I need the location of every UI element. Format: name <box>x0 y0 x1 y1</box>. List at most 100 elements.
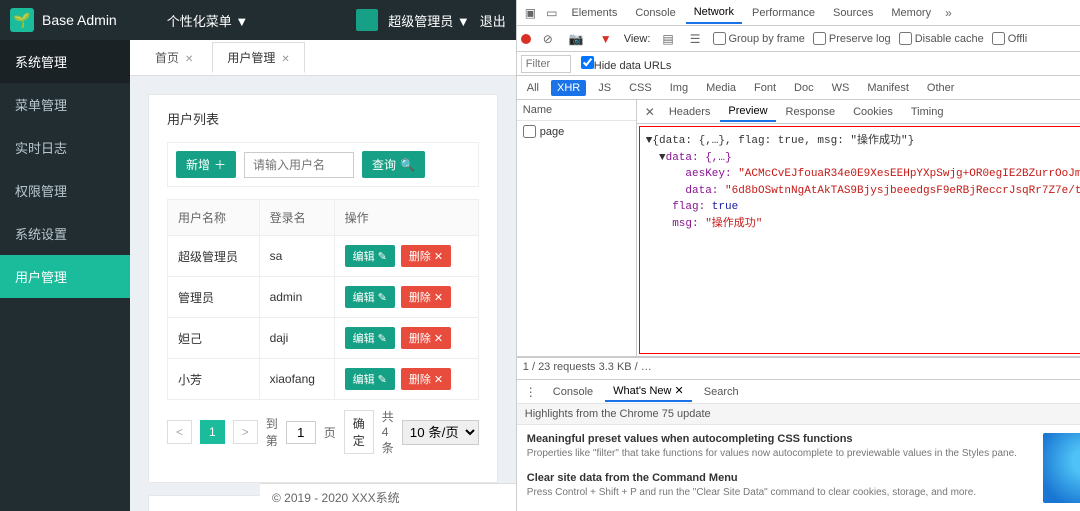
drawer-menu-icon[interactable]: ⋮ <box>521 383 541 401</box>
pager-next[interactable]: > <box>233 420 258 444</box>
user-table: 用户名称 登录名 操作 超级管理员sa编辑 ✎删除 ✕ 管理员admin编辑 ✎… <box>167 199 479 400</box>
edit-button[interactable]: 编辑 ✎ <box>345 368 395 390</box>
devtools-tab-memory[interactable]: Memory <box>883 3 939 23</box>
logout-link[interactable]: 退出 <box>480 11 506 30</box>
sidebar-item-users[interactable]: 用户管理 <box>0 255 130 298</box>
devtools-tab-network[interactable]: Network <box>686 2 742 24</box>
role-dropdown[interactable]: 超级管理员 ▼ <box>388 11 469 30</box>
pager-page-1[interactable]: 1 <box>200 420 225 444</box>
delete-button[interactable]: 删除 ✕ <box>401 286 451 308</box>
sidebar-item-logs[interactable]: 实时日志 <box>0 126 130 169</box>
close-icon[interactable]: ✕ <box>185 54 193 65</box>
subtab-timing[interactable]: Timing <box>903 103 952 121</box>
drawer-search[interactable]: Search <box>696 383 747 401</box>
table-row: 小芳xiaofang编辑 ✎删除 ✕ <box>168 359 479 400</box>
news-card-2-title: Clear site data from the Command Menu <box>527 472 1034 484</box>
subtab-headers[interactable]: Headers <box>661 103 719 121</box>
add-button[interactable]: 新增＋ <box>176 151 236 178</box>
type-font[interactable]: Font <box>748 80 782 96</box>
edit-button[interactable]: 编辑 ✎ <box>345 327 395 349</box>
type-other[interactable]: Other <box>921 80 961 96</box>
username-search-input[interactable] <box>244 152 354 178</box>
network-filter-input[interactable] <box>521 55 571 73</box>
pager-page-label: 页 <box>324 424 336 441</box>
delete-button[interactable]: 删除 ✕ <box>401 245 451 267</box>
sidebar-item-perm[interactable]: 权限管理 <box>0 169 130 212</box>
whatsnew-graphic <box>1043 433 1080 503</box>
subtab-cookies[interactable]: Cookies <box>845 103 901 121</box>
news-card-1-title: Meaningful preset values when autocomple… <box>527 433 1034 445</box>
type-xhr[interactable]: XHR <box>551 80 586 96</box>
news-card-1-body: Properties like "filter" that take funct… <box>527 447 1034 460</box>
footer-copyright: © 2019 - 2020 XXX系统 <box>260 483 516 511</box>
subtab-response[interactable]: Response <box>778 103 844 121</box>
card-title: 用户列表 <box>167 109 479 128</box>
tab-user-mgmt[interactable]: 用户管理✕ <box>212 42 304 73</box>
brand-name: Base Admin <box>42 12 117 28</box>
edit-button[interactable]: 编辑 ✎ <box>345 286 395 308</box>
type-img[interactable]: Img <box>664 80 694 96</box>
more-tabs-icon[interactable]: » <box>941 4 956 22</box>
pager-size-select[interactable]: 10 条/页 <box>402 420 479 445</box>
sidebar-item-settings[interactable]: 系统设置 <box>0 212 130 255</box>
col-ops: 操作 <box>334 200 478 236</box>
devtools-tab-sources[interactable]: Sources <box>825 3 881 23</box>
pager-to-label: 到第 <box>266 415 278 449</box>
close-icon[interactable]: ✕ <box>281 54 289 65</box>
sidebar-item-system[interactable]: 系统管理 <box>0 40 130 83</box>
personalize-menu[interactable]: 个性化菜单 ▼ <box>167 11 248 30</box>
news-card-2-body: Press Control + Shift + P and run the "C… <box>527 486 1034 499</box>
type-all[interactable]: All <box>521 80 545 96</box>
tab-home[interactable]: 首页✕ <box>140 42 208 73</box>
disable-cache-checkbox[interactable]: Disable cache <box>899 32 984 45</box>
col-name: Name <box>517 100 636 121</box>
whatsnew-heading: Highlights from the Chrome 75 update <box>517 404 1080 425</box>
col-username: 用户名称 <box>168 200 260 236</box>
delete-button[interactable]: 删除 ✕ <box>401 368 451 390</box>
type-js[interactable]: JS <box>592 80 617 96</box>
network-status: 1 / 23 requests 3.3 KB / … <box>517 357 1080 379</box>
hide-data-urls-checkbox[interactable]: Hide data URLs <box>581 56 672 72</box>
group-by-frame-checkbox[interactable]: Group by frame <box>713 32 805 45</box>
avatar[interactable] <box>356 9 378 31</box>
view-small-icon[interactable]: ☰ <box>686 30 705 48</box>
pager-prev[interactable]: < <box>167 420 192 444</box>
camera-icon[interactable]: 📷 <box>565 30 588 48</box>
close-detail-icon[interactable]: ✕ <box>641 103 659 121</box>
filter-toggle-icon[interactable]: ▼ <box>596 30 616 48</box>
search-button[interactable]: 查询🔍 <box>362 151 425 178</box>
table-row: 管理员admin编辑 ✎删除 ✕ <box>168 277 479 318</box>
view-large-icon[interactable]: ▤ <box>658 30 677 48</box>
clear-icon[interactable]: ⊘ <box>539 30 557 48</box>
type-doc[interactable]: Doc <box>788 80 820 96</box>
devtools-tab-console[interactable]: Console <box>627 3 683 23</box>
edit-button[interactable]: 编辑 ✎ <box>345 245 395 267</box>
preserve-log-checkbox[interactable]: Preserve log <box>813 32 891 45</box>
devtools-tab-performance[interactable]: Performance <box>744 3 823 23</box>
device-icon[interactable]: ▭ <box>542 4 561 22</box>
sidebar-item-menu[interactable]: 菜单管理 <box>0 83 130 126</box>
delete-button[interactable]: 删除 ✕ <box>401 327 451 349</box>
app-logo: 🌱 <box>10 8 34 32</box>
offline-checkbox[interactable]: Offli <box>992 32 1027 45</box>
pager-confirm-button[interactable]: 确定 <box>344 410 374 454</box>
drawer-console[interactable]: Console <box>545 383 601 401</box>
table-row: 妲己daji编辑 ✎删除 ✕ <box>168 318 479 359</box>
subtab-preview[interactable]: Preview <box>720 102 775 122</box>
request-row[interactable]: page <box>517 121 636 142</box>
type-css[interactable]: CSS <box>623 80 658 96</box>
pager-goto-input[interactable] <box>286 421 316 444</box>
response-preview: ▼{data: {,…}, flag: true, msg: "操作成功"} ▼… <box>639 126 1080 354</box>
pager-total: 共 4 条 <box>382 408 394 456</box>
type-manifest[interactable]: Manifest <box>861 80 915 96</box>
view-label: View: <box>624 33 651 45</box>
table-row: 超级管理员sa编辑 ✎删除 ✕ <box>168 236 479 277</box>
record-icon[interactable] <box>521 34 531 44</box>
type-media[interactable]: Media <box>700 80 742 96</box>
devtools-tab-elements[interactable]: Elements <box>563 3 625 23</box>
type-ws[interactable]: WS <box>826 80 856 96</box>
col-login: 登录名 <box>259 200 334 236</box>
search-icon: 🔍 <box>400 158 415 172</box>
drawer-whatsnew[interactable]: What's New ✕ <box>605 381 692 402</box>
inspect-icon[interactable]: ▣ <box>521 4 540 22</box>
